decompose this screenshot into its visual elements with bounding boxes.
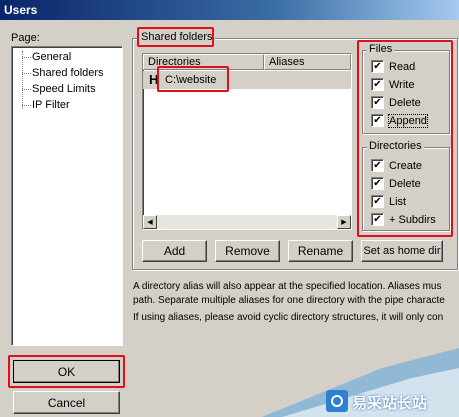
column-header-aliases[interactable]: Aliases <box>264 54 351 70</box>
tree-item-shared-folders[interactable]: Shared folders <box>32 67 104 79</box>
checkbox-append[interactable]: ✔ Append <box>371 113 428 128</box>
remove-button[interactable]: Remove <box>215 240 280 262</box>
alias-description-line1: A directory alias will also appear at th… <box>133 281 442 292</box>
checkbox-subdirs[interactable]: ✔ + Subdirs <box>371 213 436 226</box>
alias-description-line2: path. Separate multiple aliases for one … <box>133 295 445 306</box>
checkbox-delete-files[interactable]: ✔ Delete <box>371 96 421 109</box>
directory-cell: C:\website <box>165 74 217 86</box>
watermark-text: 易采站长站 <box>352 394 428 412</box>
check-icon: ✔ <box>371 60 384 73</box>
shared-folders-legend: Shared folders <box>139 31 215 43</box>
check-icon: ✔ <box>371 213 384 226</box>
scroll-left-icon[interactable]: ◀ <box>143 215 157 229</box>
page-label: Page: <box>11 32 40 44</box>
add-button[interactable]: Add <box>142 240 207 262</box>
horizontal-scrollbar[interactable]: ◀ ▶ <box>143 215 351 229</box>
directory-list[interactable]: Directories Aliases H C:\website ◀ ▶ <box>142 53 352 230</box>
home-dir-marker: H <box>149 72 159 87</box>
alias-description-line3: If using aliases, please avoid cyclic di… <box>133 312 444 323</box>
page-tree[interactable]: General Shared folders Speed Limits IP F… <box>11 46 123 346</box>
files-group: ✔ Read ✔ Write ✔ Delete ✔ Append <box>362 50 450 134</box>
tree-item-ip-filter[interactable]: IP Filter <box>32 99 70 111</box>
checkbox-read[interactable]: ✔ Read <box>371 60 415 73</box>
tree-connector <box>22 51 23 109</box>
table-row[interactable]: H C:\website <box>143 71 351 89</box>
checkbox-write[interactable]: ✔ Write <box>371 78 414 91</box>
ok-button[interactable]: OK <box>13 360 120 383</box>
checkbox-create[interactable]: ✔ Create <box>371 159 422 172</box>
check-icon: ✔ <box>371 159 384 172</box>
column-header-directories[interactable]: Directories <box>143 54 264 70</box>
directories-legend: Directories <box>367 140 424 152</box>
directories-group: ✔ Create ✔ Delete ✔ List ✔ + Subdirs <box>362 147 450 231</box>
cancel-button[interactable]: Cancel <box>13 391 120 414</box>
rename-button[interactable]: Rename <box>288 240 353 262</box>
window-title-bar[interactable]: Users <box>0 0 459 20</box>
tree-item-general[interactable]: General <box>32 51 71 63</box>
check-icon: ✔ <box>371 177 384 190</box>
check-icon: ✔ <box>371 78 384 91</box>
window-title: Users <box>4 3 38 17</box>
scroll-right-icon[interactable]: ▶ <box>337 215 351 229</box>
check-icon: ✔ <box>371 96 384 109</box>
watermark: 易采站长站 <box>262 338 459 417</box>
files-legend: Files <box>367 43 395 55</box>
set-home-dir-button[interactable]: Set as home dir <box>361 240 443 262</box>
check-icon: ✔ <box>371 114 384 127</box>
checkbox-list[interactable]: ✔ List <box>371 195 406 208</box>
watermark-logo-icon <box>326 390 348 412</box>
check-icon: ✔ <box>371 195 384 208</box>
checkbox-delete-dirs[interactable]: ✔ Delete <box>371 177 421 190</box>
tree-item-speed-limits[interactable]: Speed Limits <box>32 83 96 95</box>
